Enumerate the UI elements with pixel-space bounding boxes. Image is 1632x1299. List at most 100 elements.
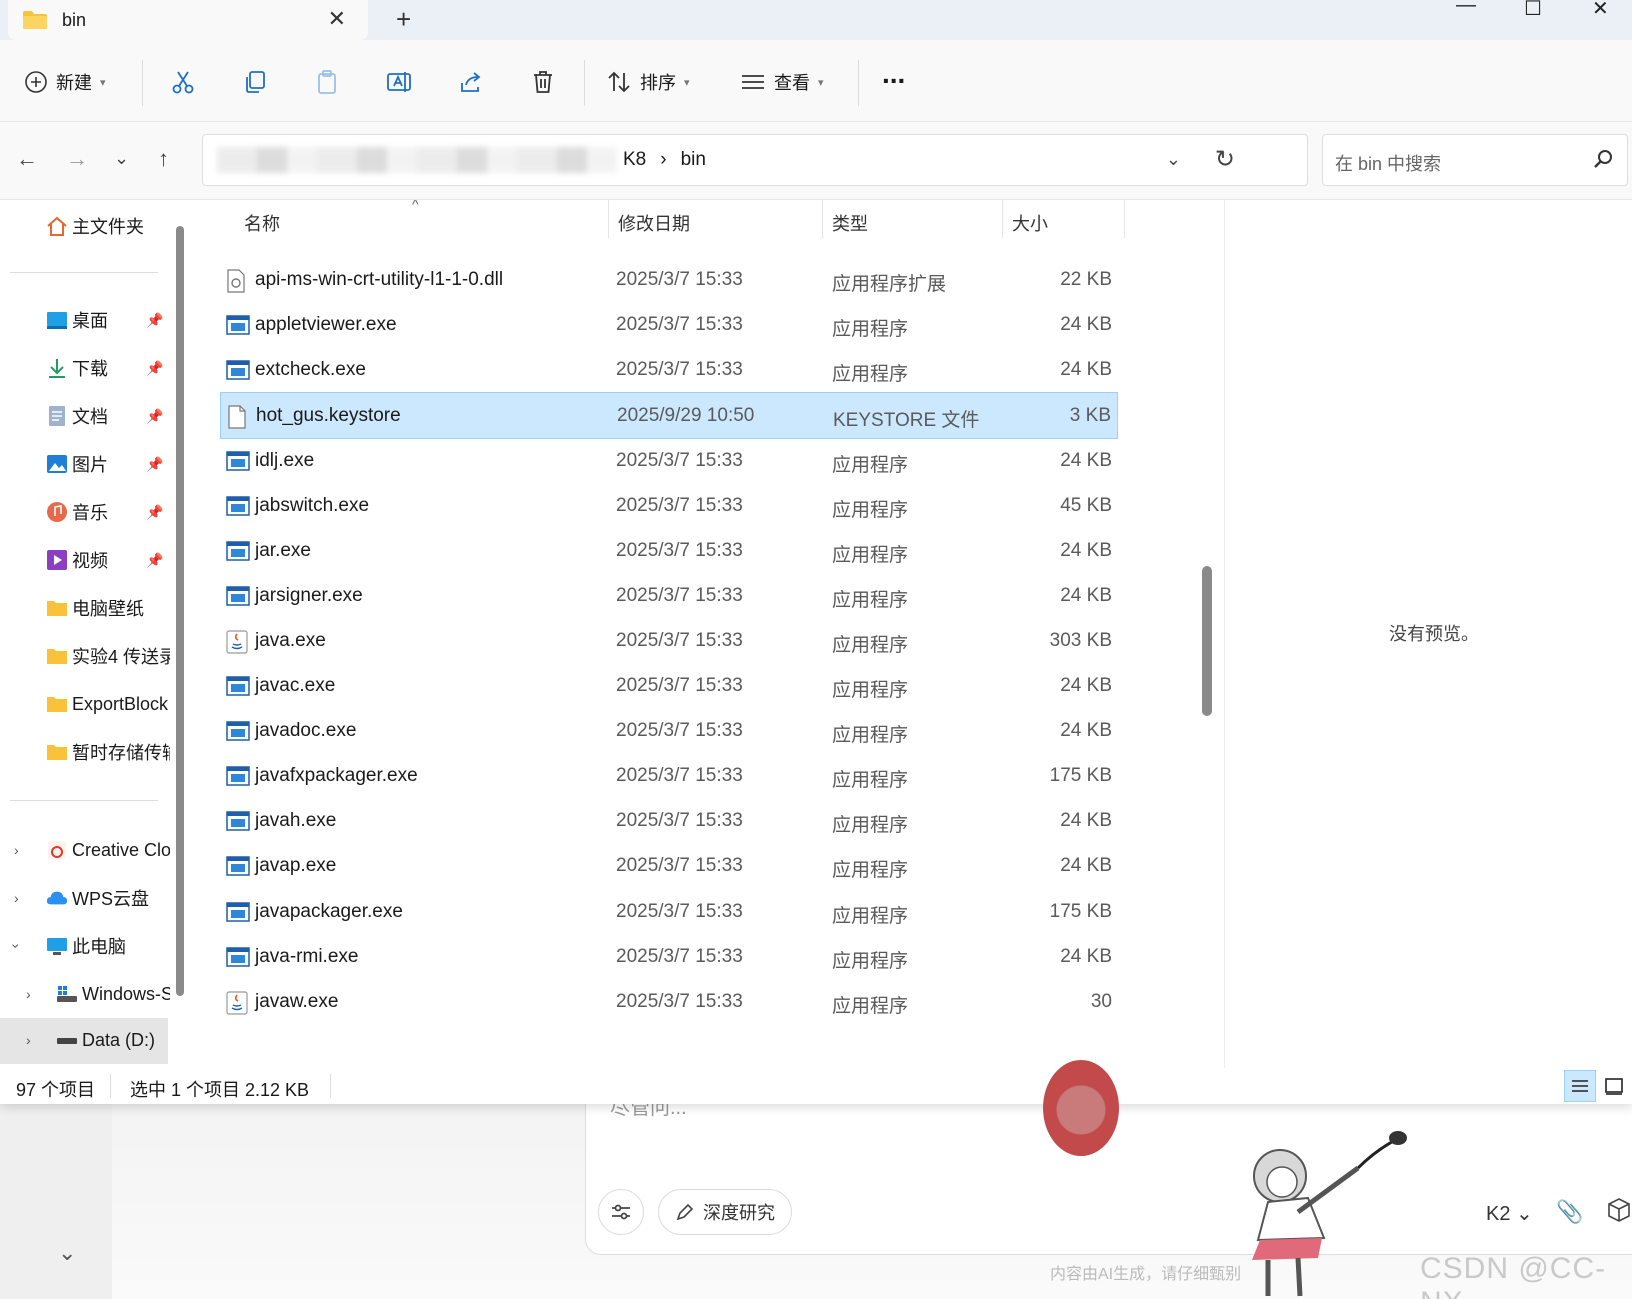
sort-button[interactable]: 排序 ▾: [606, 62, 690, 102]
column-header-row: ^ 名称 修改日期 类型 大小: [198, 200, 1126, 238]
chevron-down-icon[interactable]: ⌄: [58, 1240, 76, 1266]
cut-button[interactable]: [170, 62, 196, 102]
sidebar-item-music[interactable]: 音乐 📌: [0, 492, 170, 532]
column-header-name[interactable]: 名称: [244, 210, 280, 236]
address-dropdown-icon[interactable]: ⌄: [1166, 149, 1181, 170]
table-row[interactable]: appletviewer.exe 2025/3/7 15:33 应用程序 24 KB: [220, 302, 1118, 349]
breadcrumb-segment[interactable]: K8: [623, 149, 646, 171]
deep-research-button[interactable]: 深度研究: [658, 1189, 792, 1235]
pin-icon[interactable]: 📌: [146, 312, 163, 329]
column-header-type[interactable]: 类型: [832, 210, 868, 236]
sidebar-item-documents[interactable]: 文档 📌: [0, 396, 170, 436]
pin-icon[interactable]: 📌: [146, 552, 163, 569]
table-row[interactable]: jabswitch.exe 2025/3/7 15:33 应用程序 45 KB: [220, 483, 1118, 530]
close-tab-icon[interactable]: ✕: [328, 6, 346, 32]
up-button[interactable]: ↑: [158, 146, 169, 172]
file-icon: [227, 405, 247, 435]
file-size: 24 KB: [1060, 539, 1112, 561]
sidebar-item-desktop[interactable]: 桌面 📌: [0, 300, 170, 340]
sidebar-item-folder[interactable]: ExportBlock: [0, 684, 170, 724]
sidebar-scrollbar[interactable]: [176, 226, 184, 996]
table-row[interactable]: jar.exe 2025/3/7 15:33 应用程序 24 KB: [220, 528, 1118, 575]
table-row[interactable]: javafxpackager.exe 2025/3/7 15:33 应用程序 175 …: [220, 753, 1118, 800]
breadcrumb-current[interactable]: bin: [681, 149, 706, 171]
column-header-date[interactable]: 修改日期: [618, 210, 690, 236]
view-button[interactable]: 查看 ▾: [740, 62, 824, 102]
search-box[interactable]: 在 bin 中搜索: [1322, 134, 1628, 186]
sidebar-item-folder[interactable]: 实验4 传送录: [0, 636, 170, 676]
tab-bin[interactable]: bin ✕: [8, 0, 368, 40]
tiles-view-button[interactable]: [1598, 1070, 1630, 1102]
sidebar-item-downloads[interactable]: 下载 📌: [0, 348, 170, 388]
sidebar-item-pictures[interactable]: 图片 📌: [0, 444, 170, 484]
chevron-right-icon[interactable]: ›: [14, 842, 19, 858]
new-tab-button[interactable]: +: [396, 4, 411, 35]
file-size: 24 KB: [1060, 675, 1112, 696]
chevron-right-icon[interactable]: ›: [26, 986, 31, 1002]
new-button[interactable]: 新建 ▾: [24, 62, 106, 102]
chevron-down-icon[interactable]: ›: [8, 944, 24, 949]
maximize-button[interactable]: ☐: [1524, 0, 1542, 21]
divider: [10, 800, 158, 801]
table-row[interactable]: idlj.exe 2025/3/7 15:33 应用程序 24 KB: [220, 438, 1118, 485]
more-options-button[interactable]: ...: [882, 54, 905, 94]
sidebar-item-creative-cloud[interactable]: › Creative Cloud: [0, 830, 170, 870]
rename-button[interactable]: [386, 62, 412, 102]
pin-icon[interactable]: 📌: [146, 504, 163, 521]
table-row[interactable]: javapackager.exe 2025/3/7 15:33 应用程序 175 KB: [220, 889, 1118, 936]
sidebar-item-folder[interactable]: 电脑壁纸: [0, 588, 170, 628]
details-view-button[interactable]: [1564, 1070, 1596, 1102]
more-label: ...: [882, 58, 906, 89]
copy-button[interactable]: [242, 62, 268, 102]
chevron-right-icon[interactable]: ›: [26, 1032, 31, 1048]
sidebar-item-wps-cloud[interactable]: › WPS云盘: [0, 878, 170, 918]
table-row[interactable]: javadoc.exe 2025/3/7 15:33 应用程序 24 KB: [220, 708, 1118, 755]
share-button[interactable]: [458, 62, 484, 102]
table-row[interactable]: javah.exe 2025/3/7 15:33 应用程序 24 KB: [220, 798, 1118, 845]
sidebar-item-this-pc[interactable]: › 此电脑: [0, 926, 170, 966]
delete-button[interactable]: [530, 62, 556, 102]
table-row[interactable]: javap.exe 2025/3/7 15:33 应用程序 24 KB: [220, 843, 1118, 890]
table-row[interactable]: java-rmi.exe 2025/3/7 15:33 应用程序 24 KB: [220, 934, 1118, 981]
table-row[interactable]: javaw.exe 2025/3/7 15:33 应用程序 30: [220, 979, 1118, 1026]
close-window-button[interactable]: ✕: [1592, 0, 1609, 21]
sidebar-item-home[interactable]: 主文件夹: [0, 206, 170, 246]
column-divider[interactable]: [1002, 200, 1003, 238]
table-row[interactable]: extcheck.exe 2025/3/7 15:33 应用程序 24 KB: [220, 347, 1118, 394]
column-divider[interactable]: [1124, 200, 1125, 238]
column-divider[interactable]: [822, 200, 823, 238]
file-date: 2025/3/7 15:33: [616, 900, 743, 922]
refresh-icon[interactable]: ↻: [1215, 145, 1235, 174]
chevron-right-icon[interactable]: ›: [14, 890, 19, 906]
file-list-scrollbar[interactable]: [1202, 566, 1212, 716]
exe-file-icon: [226, 540, 250, 568]
attach-icon[interactable]: 📎: [1556, 1199, 1583, 1225]
paste-button[interactable]: [314, 62, 340, 102]
table-row[interactable]: jarsigner.exe 2025/3/7 15:33 应用程序 24 KB: [220, 573, 1118, 620]
pin-icon[interactable]: 📌: [146, 456, 163, 473]
table-row-selected[interactable]: hot_gus.keystore 2025/9/29 10:50 KEYSTORE …: [220, 392, 1118, 440]
breadcrumb-separator: ›: [660, 149, 667, 170]
minimize-button[interactable]: —: [1456, 0, 1476, 17]
cube-icon[interactable]: [1606, 1197, 1632, 1228]
address-bar[interactable]: K8 › bin ⌄ ↻: [202, 134, 1308, 186]
sidebar-item-videos[interactable]: 视频 📌: [0, 540, 170, 580]
model-selector[interactable]: K2 ⌄: [1486, 1201, 1533, 1226]
column-header-size[interactable]: 大小: [1012, 210, 1048, 236]
pin-icon[interactable]: 📌: [146, 408, 163, 425]
pin-icon[interactable]: 📌: [146, 360, 163, 377]
tune-button[interactable]: [598, 1189, 644, 1235]
table-row[interactable]: java.exe 2025/3/7 15:33 应用程序 303 KB: [220, 618, 1118, 665]
table-row[interactable]: api-ms-win-crt-utility-l1-1-0.dll 2025/3/…: [220, 257, 1118, 304]
back-button[interactable]: ←: [16, 146, 38, 172]
table-row[interactable]: javac.exe 2025/3/7 15:33 应用程序 24 KB: [220, 663, 1118, 710]
search-icon[interactable]: [1593, 149, 1613, 169]
sidebar-item-data-drive[interactable]: › Data (D:): [0, 1020, 170, 1060]
ai-disclaimer: 内容由AI生成，请仔细甄别: [1050, 1266, 1242, 1283]
sidebar-item-windows-drive[interactable]: › Windows-SSD: [0, 974, 170, 1014]
recent-locations-button[interactable]: ⌄: [114, 148, 129, 169]
column-divider[interactable]: [608, 200, 609, 238]
sidebar-item-label: 实验4 传送录: [72, 647, 170, 667]
forward-button[interactable]: →: [66, 146, 88, 172]
sidebar-item-folder[interactable]: 暂时存储传输: [0, 732, 170, 772]
